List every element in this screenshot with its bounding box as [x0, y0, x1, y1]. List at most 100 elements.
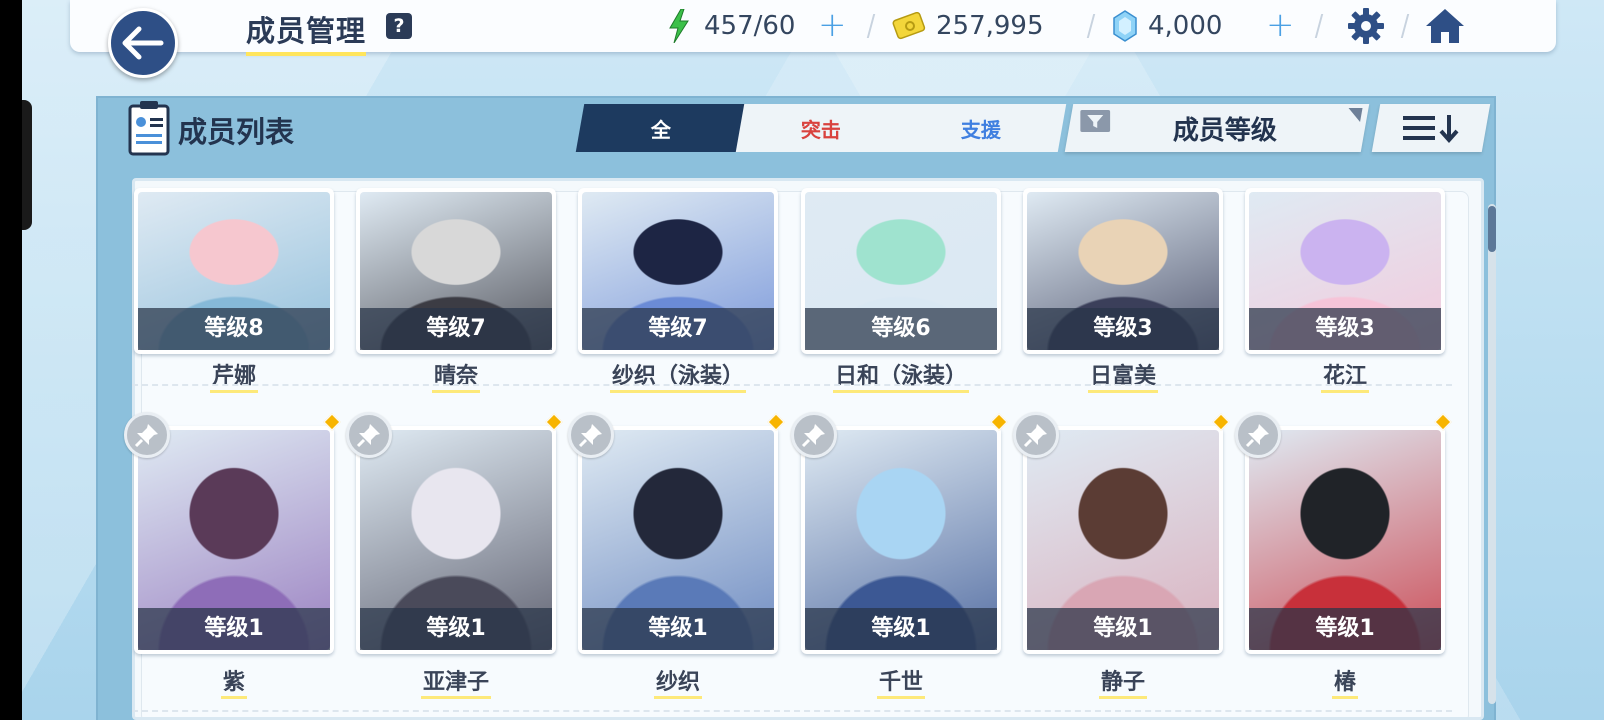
game-screen: 成员管理 ? 457/60 + 257,995 4,000 + 成员列表 全 突… [22, 0, 1604, 720]
member-name: 纱织 [653, 670, 702, 699]
sort-dropdown[interactable]: 成员等级 [1064, 104, 1370, 152]
member-name-wrap: 纱织 [578, 670, 778, 699]
member-name-wrap: 千世 [801, 670, 1001, 699]
pin-button[interactable] [1013, 412, 1059, 458]
card-frame: 等级1 [134, 426, 334, 654]
back-button[interactable] [108, 8, 178, 78]
member-name: 芹娜 [209, 364, 258, 393]
card-frame: 等级1 [801, 426, 1001, 654]
pin-icon [1023, 424, 1047, 448]
card-frame: 等级6 [801, 188, 1001, 354]
pin-button[interactable] [124, 412, 170, 458]
member-name-wrap: 亚津子 [356, 670, 556, 699]
card-frame: 等级1 [1023, 426, 1223, 654]
tab-striker[interactable]: 突击 [735, 104, 907, 152]
page-title: 成员管理 [246, 8, 367, 56]
lightning-icon [669, 9, 689, 43]
tab-special-label: 支援 [961, 117, 1001, 142]
member-level: 等级1 [805, 608, 997, 650]
member-name: 日富美 [1087, 364, 1158, 393]
credits-value: 257,995 [936, 11, 1044, 41]
member-level: 等级3 [1027, 308, 1219, 350]
card-frame: 等级1 [1245, 426, 1445, 654]
dropdown-corner-icon [1346, 108, 1363, 122]
member-level: 等级1 [1249, 608, 1441, 650]
pin-icon [356, 424, 380, 448]
pin-icon [578, 424, 602, 448]
gems-resource: 4,000 [1112, 9, 1222, 43]
divider [1086, 14, 1096, 38]
gear-icon[interactable] [1346, 6, 1386, 46]
tab-all[interactable]: 全 [575, 104, 747, 152]
ap-value: 457/60 [704, 11, 796, 41]
home-icon[interactable] [1424, 6, 1466, 46]
member-name: 紫 [220, 670, 247, 699]
help-icon[interactable]: ? [386, 13, 412, 39]
pin-icon [134, 424, 158, 448]
divider [1314, 14, 1324, 38]
member-level: 等级6 [805, 308, 997, 350]
card-frame: 等级3 [1023, 188, 1223, 354]
add-gems-button[interactable]: + [1266, 8, 1295, 42]
member-name: 椿 [1331, 670, 1358, 699]
sort-label: 成员等级 [1172, 115, 1277, 146]
gems-value: 4,000 [1148, 11, 1223, 41]
member-name-wrap: 花江 [1245, 364, 1445, 393]
pin-button[interactable] [1235, 412, 1281, 458]
scrollbar-thumb[interactable] [1488, 206, 1496, 252]
card-frame: 等级7 [578, 188, 778, 354]
member-name-wrap: 静子 [1023, 670, 1223, 699]
back-arrow-icon [122, 26, 164, 60]
tab-striker-label: 突击 [800, 117, 841, 142]
filter-tabs: 全 突击 支援 [575, 104, 1067, 152]
member-name: 纱织（泳装） [609, 364, 746, 393]
card-frame: 等级7 [356, 188, 556, 354]
credit-card-icon [892, 12, 926, 40]
row-divider [132, 384, 1452, 386]
ap-resource: 457/60 [668, 9, 795, 43]
scrollbar-track[interactable] [1488, 204, 1496, 704]
member-name-wrap: 日和（泳装） [801, 364, 1001, 393]
member-name-wrap: 紫 [134, 670, 334, 699]
card-frame: 等级3 [1245, 188, 1445, 354]
filter-icon [1080, 110, 1111, 132]
member-name: 静子 [1098, 670, 1147, 699]
tab-all-label: 全 [651, 117, 671, 142]
gem-icon [1113, 10, 1137, 42]
member-level: 等级1 [138, 608, 330, 650]
top-bar: 成员管理 ? 457/60 + 257,995 4,000 + [70, 0, 1556, 56]
pin-button[interactable] [568, 412, 614, 458]
member-name-wrap: 椿 [1245, 670, 1445, 699]
member-level: 等级7 [360, 308, 552, 350]
member-name: 晴奈 [431, 364, 480, 393]
divider [866, 14, 876, 38]
member-level: 等级8 [138, 308, 330, 350]
sort-descending-icon [1403, 115, 1459, 144]
credits-resource: 257,995 [892, 9, 1044, 43]
pin-button[interactable] [791, 412, 837, 458]
pin-button[interactable] [346, 412, 392, 458]
add-ap-button[interactable]: + [818, 8, 847, 42]
member-list-icon [128, 101, 170, 156]
member-name: 亚津子 [420, 670, 491, 699]
pin-icon [801, 424, 825, 448]
member-level: 等级1 [1027, 608, 1219, 650]
member-level: 等级1 [582, 608, 774, 650]
member-level: 等级1 [360, 608, 552, 650]
member-name: 千世 [876, 670, 925, 699]
member-name-wrap: 日富美 [1023, 364, 1223, 393]
member-name-wrap: 纱织（泳装） [578, 364, 778, 393]
sort-order-button[interactable] [1371, 104, 1491, 152]
member-name: 花江 [1320, 364, 1369, 393]
card-frame: 等级1 [356, 426, 556, 654]
member-level: 等级3 [1249, 308, 1441, 350]
device-notch [22, 100, 32, 230]
member-name-wrap: 晴奈 [356, 364, 556, 393]
member-name-wrap: 芹娜 [134, 364, 334, 393]
card-frame: 等级8 [134, 188, 334, 354]
pin-icon [1245, 424, 1269, 448]
card-frame: 等级1 [578, 426, 778, 654]
panel-title: 成员列表 [178, 115, 295, 149]
tab-special[interactable]: 支援 [895, 104, 1067, 152]
member-name: 日和（泳装） [832, 364, 969, 393]
